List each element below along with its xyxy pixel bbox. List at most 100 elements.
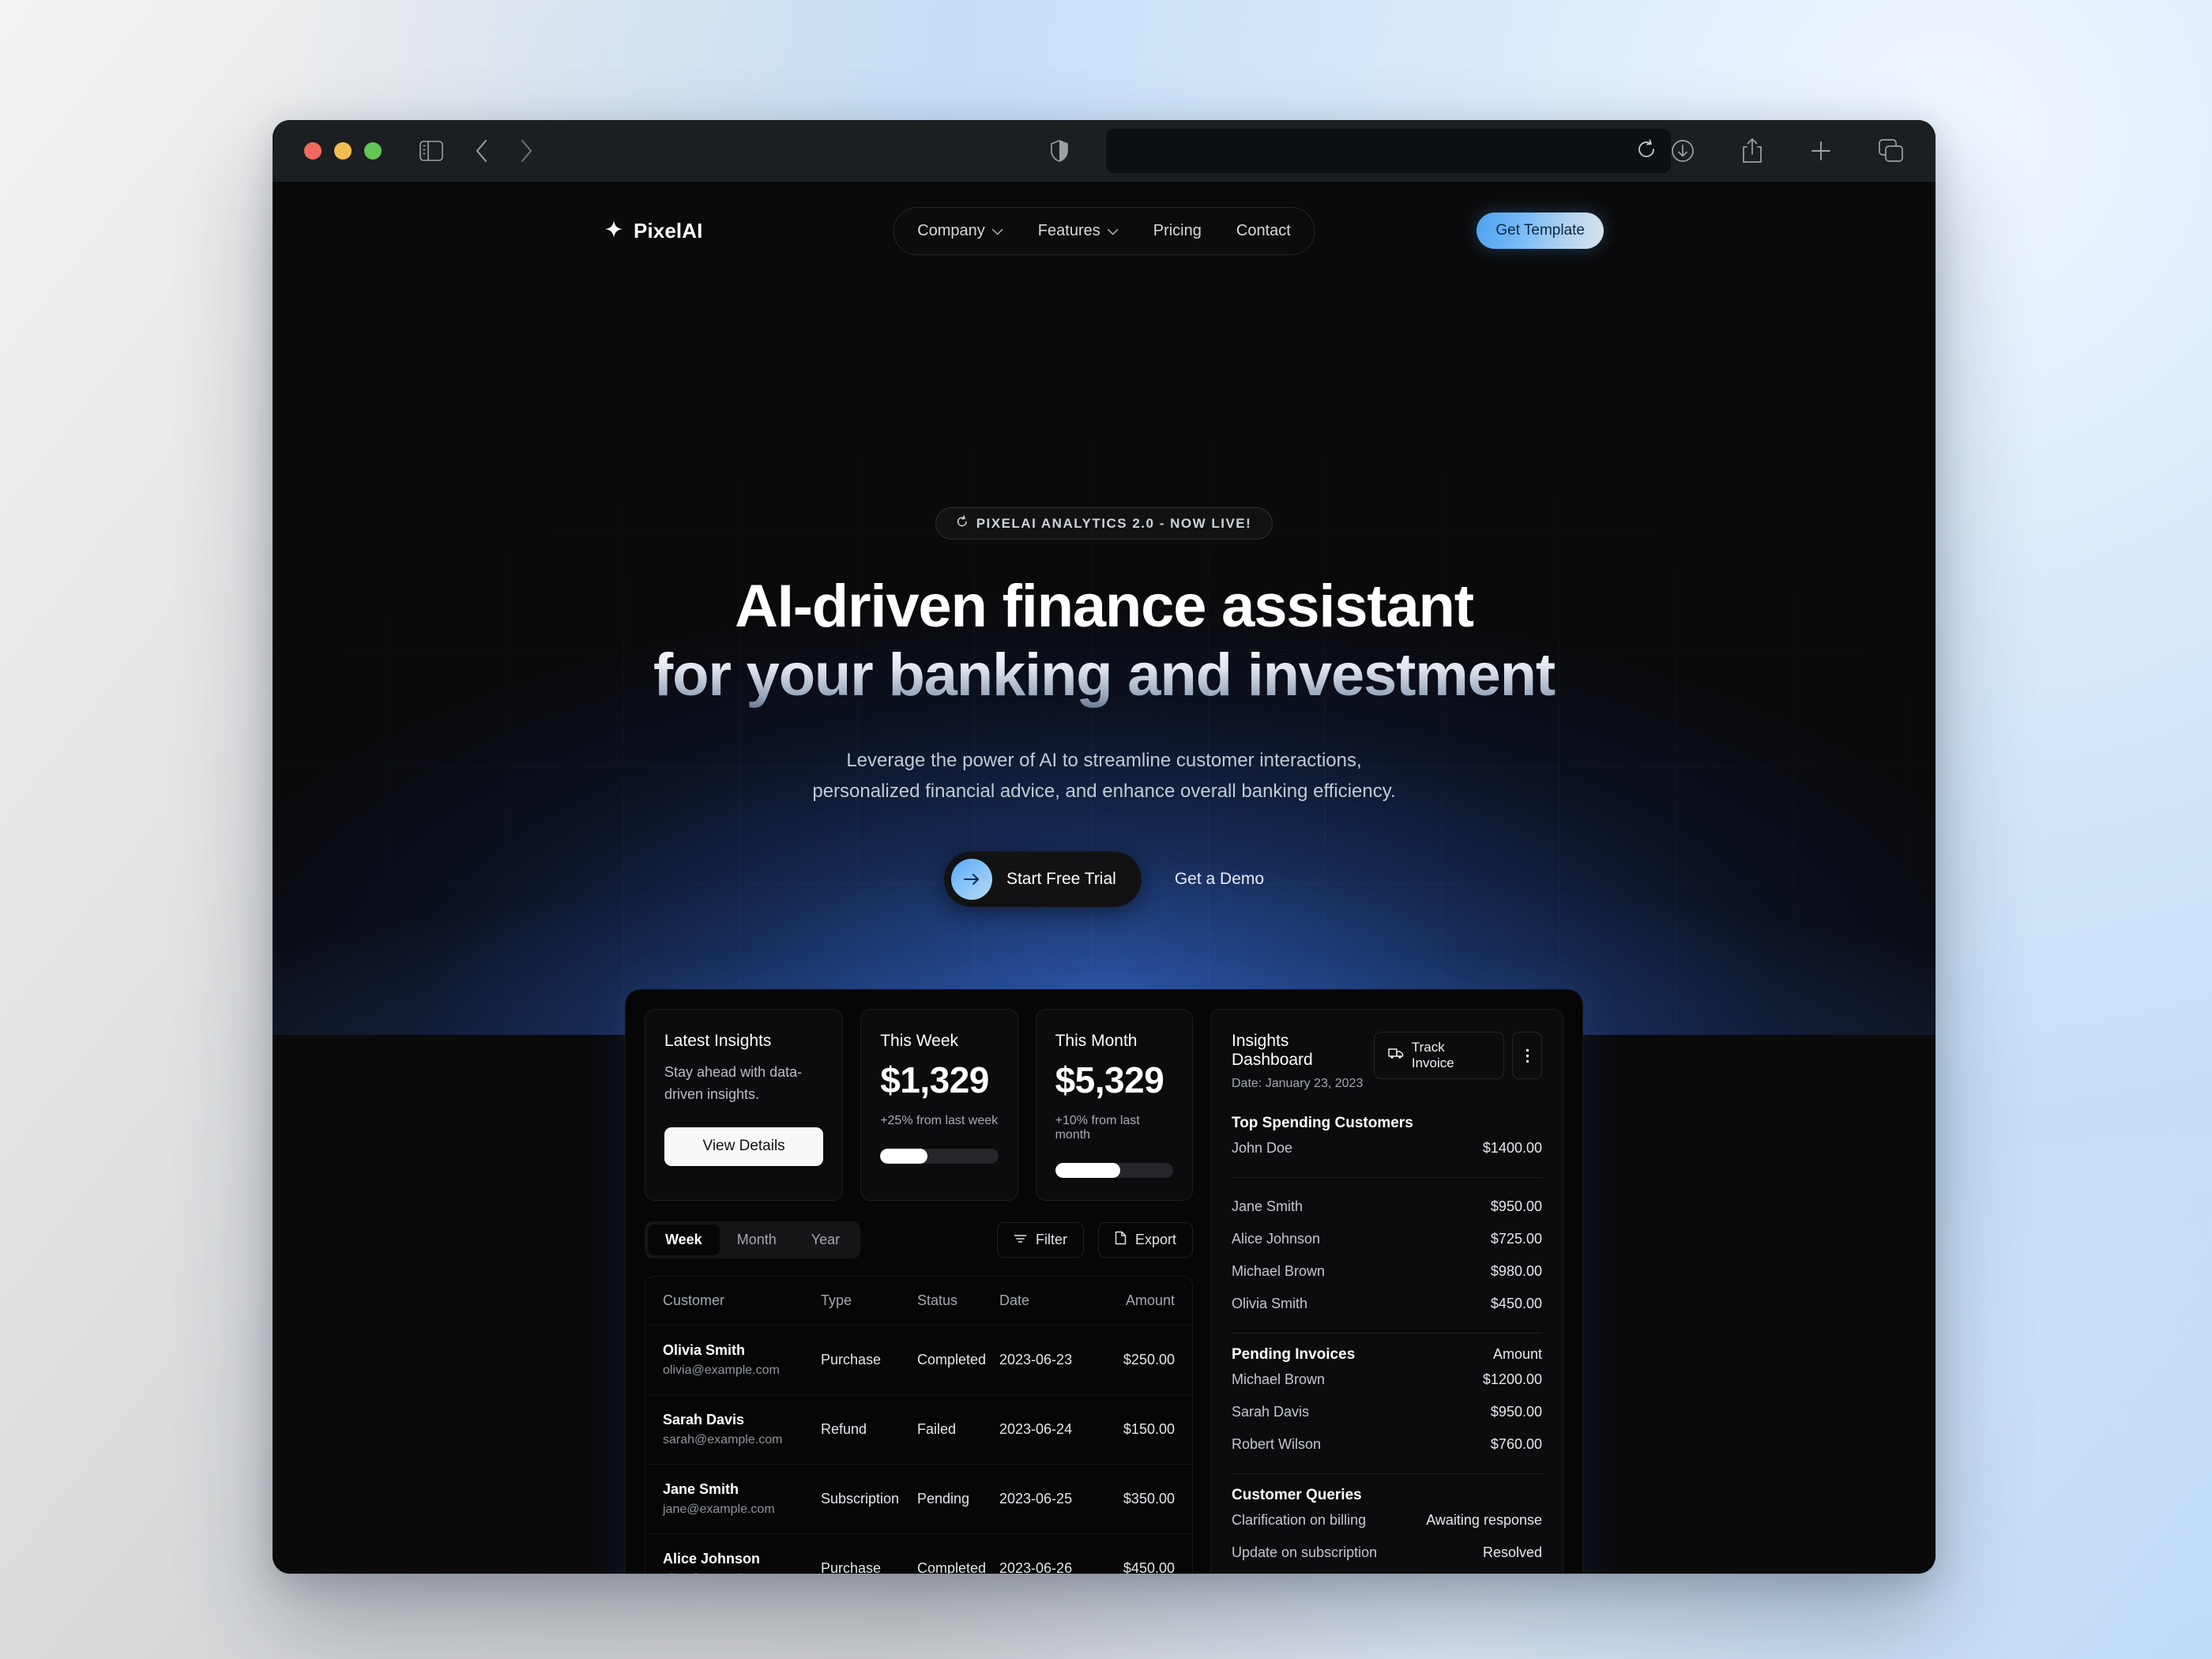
back-icon[interactable]	[475, 139, 489, 163]
transactions-table: Customer Type Status Date Amount Olivia …	[645, 1276, 1193, 1574]
get-template-button[interactable]: Get Template	[1477, 213, 1604, 249]
address-bar[interactable]	[1106, 129, 1671, 173]
row-customer-email: jane@example.com	[663, 1503, 775, 1516]
column-header-status: Status	[917, 1292, 958, 1308]
filter-label: Filter	[1035, 1232, 1067, 1247]
forward-icon[interactable]	[519, 139, 533, 163]
row-status: Completed	[917, 1560, 987, 1574]
filter-button[interactable]: Filter	[996, 1222, 1084, 1258]
get-a-demo-button[interactable]: Get a Demo	[1175, 870, 1264, 889]
brand-name: PixelAI	[634, 218, 703, 243]
reload-icon[interactable]	[1638, 139, 1657, 164]
share-icon[interactable]	[1741, 137, 1763, 164]
query-status: Resolved	[1482, 1544, 1542, 1560]
tabs-icon[interactable]	[1879, 139, 1904, 163]
download-icon[interactable]	[1670, 138, 1695, 164]
top-spending-title: Top Spending Customers	[1232, 1115, 1413, 1131]
table-row[interactable]: Sarah Davis sarah@example.com Refund Fai…	[645, 1395, 1192, 1465]
period-tabs: Week Month Year	[645, 1221, 861, 1258]
dashboard-left-column: Latest Insights Stay ahead with data-dri…	[645, 1009, 1193, 1574]
tab-month[interactable]: Month	[720, 1224, 794, 1255]
sidebar-icon[interactable]	[419, 141, 443, 161]
row-amount: $450.00	[1123, 1560, 1175, 1574]
export-button[interactable]: Export	[1097, 1222, 1193, 1258]
list-item[interactable]: Jane Smith $950.00	[1232, 1191, 1542, 1223]
nav-item-pricing[interactable]: Pricing	[1136, 218, 1219, 244]
row-amount: $150.00	[1123, 1421, 1175, 1437]
list-item[interactable]: Robert Wilson $760.00	[1232, 1428, 1542, 1461]
column-header-customer: Customer	[663, 1292, 725, 1308]
nav-item-contact[interactable]: Contact	[1219, 218, 1308, 244]
top-spending-amount: $980.00	[1490, 1263, 1542, 1279]
hero-cta-row: Start Free Trial Get a Demo	[273, 852, 1936, 907]
list-item[interactable]: Olivia Smith $450.00	[1232, 1288, 1542, 1320]
pending-invoice-name: Michael Brown	[1232, 1371, 1326, 1387]
list-item[interactable]: Michael Brown $1200.00	[1232, 1364, 1542, 1396]
list-item[interactable]: Clarification on billing Awaiting respon…	[1232, 1504, 1542, 1537]
this-month-progress-fill	[1055, 1163, 1120, 1178]
start-free-trial-button[interactable]: Start Free Trial	[943, 852, 1142, 907]
query-name: Update on subscription	[1232, 1544, 1378, 1560]
nav-item-company[interactable]: Company	[900, 218, 1021, 244]
top-spending-amount: $950.00	[1490, 1198, 1542, 1214]
close-window-button[interactable]	[304, 142, 322, 160]
table-row[interactable]: Alice Johnson alice@example.com Purchase…	[645, 1534, 1192, 1574]
list-item[interactable]: John Doe $1400.00	[1232, 1132, 1542, 1164]
pending-invoice-name: Sarah Davis	[1232, 1404, 1310, 1420]
nav-item-features[interactable]: Features	[1021, 218, 1136, 244]
brand-logo[interactable]: PixelAI	[604, 219, 702, 243]
view-details-button[interactable]: View Details	[664, 1127, 824, 1166]
plus-icon[interactable]	[1809, 139, 1833, 163]
hero-subtitle-line-1: Leverage the power of AI to streamline c…	[846, 750, 1362, 772]
this-month-value: $5,329	[1055, 1059, 1164, 1100]
table-header-row: Customer Type Status Date Amount	[645, 1277, 1192, 1326]
pending-invoices-amount-header: Amount	[1492, 1346, 1542, 1362]
customer-queries-section: Customer Queries Clarification on billin…	[1232, 1487, 1542, 1574]
table-row[interactable]: Olivia Smith olivia@example.com Purchase…	[645, 1326, 1192, 1395]
list-item[interactable]: Issue with refund In Progress	[1232, 1569, 1542, 1574]
row-type: Purchase	[821, 1560, 882, 1574]
announcement-badge[interactable]: PIXELAI ANALYTICS 2.0 - NOW LIVE!	[935, 507, 1273, 540]
insights-panel-header: Insights Dashboard Date: January 23, 202…	[1232, 1032, 1542, 1091]
dashboard-preview: Latest Insights Stay ahead with data-dri…	[625, 989, 1583, 1574]
nav-links: Company Features Pricing Contact	[893, 206, 1315, 255]
top-spending-amount: $1400.00	[1482, 1140, 1542, 1156]
window-controls	[304, 142, 382, 160]
maximize-window-button[interactable]	[364, 142, 382, 160]
this-week-progress-bar	[880, 1149, 999, 1164]
row-type: Refund	[821, 1421, 867, 1437]
top-spending-name: Alice Johnson	[1232, 1231, 1321, 1247]
insights-panel-actions: Track Invoice	[1373, 1032, 1542, 1079]
kebab-menu-icon[interactable]	[1512, 1032, 1542, 1079]
top-spending-name: Olivia Smith	[1232, 1296, 1308, 1311]
list-item[interactable]: Alice Johnson $725.00	[1232, 1223, 1542, 1255]
track-invoice-button[interactable]: Track Invoice	[1373, 1032, 1505, 1079]
row-customer-email: alice@example.com	[663, 1572, 821, 1574]
tab-year[interactable]: Year	[794, 1224, 857, 1255]
list-item[interactable]: Michael Brown $980.00	[1232, 1255, 1542, 1288]
file-export-icon	[1115, 1231, 1127, 1249]
this-month-title: This Month	[1055, 1032, 1138, 1050]
list-item[interactable]: Sarah Davis $950.00	[1232, 1396, 1542, 1428]
divider	[1232, 1177, 1542, 1178]
this-week-value: $1,329	[880, 1059, 989, 1100]
row-customer-name: Alice Johnson	[663, 1551, 761, 1567]
this-month-delta: +10% from last month	[1055, 1114, 1140, 1142]
site-navbar: PixelAI Company Features Pricing Contact…	[273, 182, 1936, 280]
this-month-progress-bar	[1055, 1163, 1173, 1178]
customer-queries-title: Customer Queries	[1232, 1487, 1362, 1503]
row-date: 2023-06-23	[999, 1352, 1073, 1367]
pending-invoice-amount: $760.00	[1490, 1436, 1542, 1452]
table-controls-row: Week Month Year Filter Export	[645, 1221, 1193, 1258]
latest-insights-title: Latest Insights	[664, 1032, 772, 1050]
row-amount: $350.00	[1123, 1491, 1175, 1507]
tab-week[interactable]: Week	[648, 1224, 720, 1255]
nav-item-company-label: Company	[917, 221, 985, 239]
column-header-amount: Amount	[1125, 1292, 1175, 1308]
shield-icon[interactable]	[1051, 140, 1068, 162]
minimize-window-button[interactable]	[334, 142, 352, 160]
headline-line-2: for your banking and investment	[273, 641, 1936, 710]
table-row[interactable]: Jane Smith jane@example.com Subscription…	[645, 1465, 1192, 1534]
list-item[interactable]: Update on subscription Resolved	[1232, 1537, 1542, 1569]
hero-subtitle-line-2: personalized financial advice, and enhan…	[812, 781, 1396, 803]
